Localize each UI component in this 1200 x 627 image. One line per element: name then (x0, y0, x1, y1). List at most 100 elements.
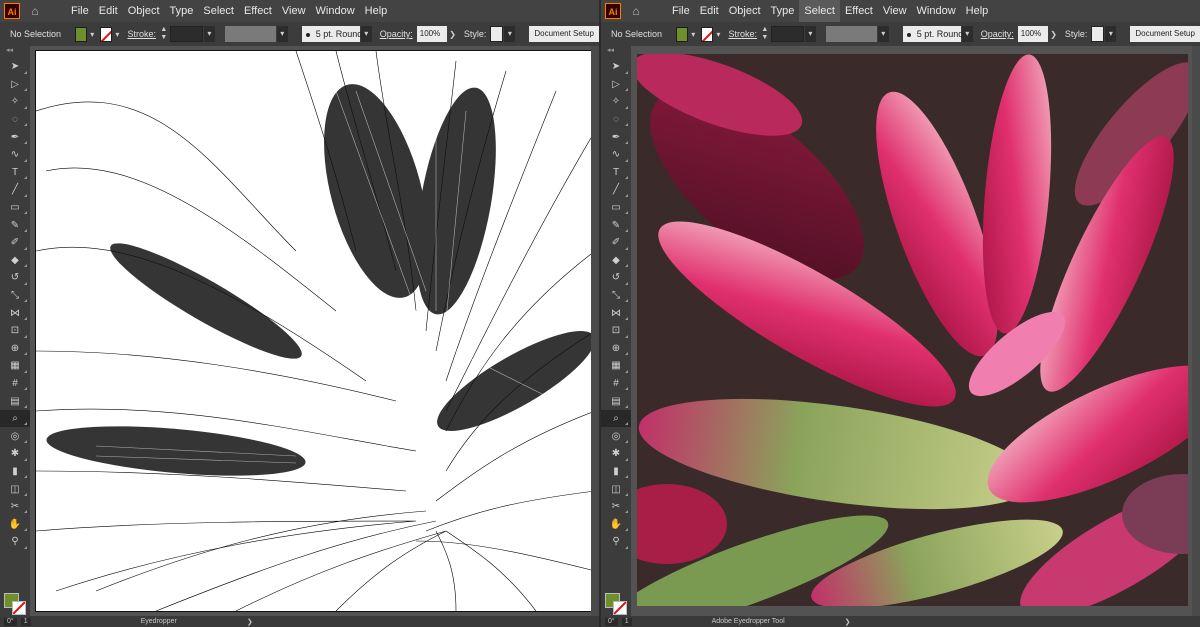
width-icon[interactable]: ⋈ (601, 304, 631, 322)
stroke-swatch[interactable] (701, 26, 714, 42)
stroke-indicator[interactable] (12, 601, 26, 615)
menu-window[interactable]: Window (311, 0, 360, 22)
stroke-weight-dropdown-icon[interactable]: ▾ (203, 26, 215, 42)
zoom-icon[interactable]: ⚲ (601, 533, 631, 551)
rectangle-icon[interactable]: ▭ (0, 199, 30, 217)
brush-dropdown-icon[interactable]: ▾ (961, 26, 973, 42)
opacity-arrow-icon[interactable]: ❯ (449, 30, 456, 39)
selection-tool-icon[interactable]: ➤ (0, 58, 30, 76)
rotation-field[interactable]: 0° (4, 617, 17, 626)
rectangle-icon[interactable]: ▭ (601, 199, 631, 217)
shaper-icon[interactable]: ✐ (601, 234, 631, 252)
selection-tool-icon[interactable]: ➤ (601, 58, 631, 76)
rotate-icon[interactable]: ↺ (601, 269, 631, 287)
stroke-label[interactable]: Stroke: (127, 29, 156, 39)
fill-dropdown-icon[interactable]: ▾ (691, 30, 695, 39)
variable-width-profile[interactable] (825, 26, 877, 42)
artboard-color-painting[interactable] (637, 54, 1188, 606)
type-icon[interactable]: T (601, 164, 631, 182)
free-transform-icon[interactable]: ⊡ (601, 322, 631, 340)
scale-icon[interactable]: ⤡ (0, 287, 30, 305)
slice-icon[interactable]: ✂ (0, 498, 30, 516)
column-graph-icon[interactable]: ▮ (601, 463, 631, 481)
menu-effect[interactable]: Effect (840, 0, 878, 22)
stroke-spinner-icon[interactable]: ▲ ▼ (761, 26, 769, 42)
pen-icon[interactable]: ✒ (601, 128, 631, 146)
artboard-icon[interactable]: ◫ (0, 480, 30, 498)
style-dropdown-icon[interactable]: ▾ (504, 26, 516, 42)
panel-collapse-icon[interactable]: ◂◂ (0, 46, 30, 58)
line-segment-icon[interactable]: ╱ (601, 181, 631, 199)
stroke-weight-field[interactable] (770, 26, 804, 42)
panel-collapse-icon[interactable]: ◂◂ (601, 46, 631, 58)
status-arrow-icon[interactable]: ❯ (247, 618, 253, 626)
menu-view[interactable]: View (277, 0, 311, 22)
magic-wand-icon[interactable]: ✧ (0, 93, 30, 111)
gradient-icon[interactable]: ▤ (601, 392, 631, 410)
opacity-field[interactable]: 100% (416, 26, 448, 42)
mesh-icon[interactable]: # (601, 375, 631, 393)
shape-builder-icon[interactable]: ⊕ (0, 340, 30, 358)
opacity-label[interactable]: Opacity: (380, 29, 413, 39)
brush-dropdown-icon[interactable]: ▾ (360, 26, 372, 42)
zoom-icon[interactable]: ⚲ (0, 533, 30, 551)
opacity-arrow-icon[interactable]: ❯ (1050, 30, 1057, 39)
eyedropper-icon[interactable]: ⌕ (0, 409, 30, 428)
slice-icon[interactable]: ✂ (601, 498, 631, 516)
paintbrush-icon[interactable]: ✎ (601, 216, 631, 234)
line-segment-icon[interactable]: ╱ (0, 181, 30, 199)
graphic-style-swatch[interactable] (1091, 26, 1105, 42)
lasso-icon[interactable]: ◌ (0, 111, 30, 129)
artboard-line-art[interactable] (35, 50, 596, 612)
menu-help[interactable]: Help (360, 0, 393, 22)
menu-select[interactable]: Select (799, 0, 840, 22)
artboard-icon[interactable]: ◫ (601, 480, 631, 498)
lasso-icon[interactable]: ◌ (601, 111, 631, 129)
free-transform-icon[interactable]: ⊡ (0, 322, 30, 340)
artboard-number[interactable]: 1 (621, 617, 632, 626)
blend-icon[interactable]: ◎ (601, 427, 631, 445)
eraser-icon[interactable]: ◆ (601, 252, 631, 270)
document-canvas[interactable] (631, 46, 1200, 616)
fill-swatch[interactable] (676, 26, 689, 42)
document-setup-button[interactable]: Document Setup (529, 26, 599, 42)
opacity-label[interactable]: Opacity: (981, 29, 1014, 39)
eyedropper-icon[interactable]: ⌕ (601, 409, 631, 428)
vertical-scrollbar[interactable] (1192, 46, 1200, 616)
home-icon[interactable]: ⌂ (28, 4, 42, 18)
menu-file[interactable]: File (667, 0, 695, 22)
shaper-icon[interactable]: ✐ (0, 234, 30, 252)
direct-selection-tool-icon[interactable]: ▷ (601, 76, 631, 94)
profile-dropdown-icon[interactable]: ▾ (276, 26, 288, 42)
menu-help[interactable]: Help (961, 0, 994, 22)
shape-builder-icon[interactable]: ⊕ (601, 340, 631, 358)
stroke-indicator[interactable] (613, 601, 627, 615)
brush-definition[interactable]: 5 pt. Round (902, 26, 963, 42)
column-graph-icon[interactable]: ▮ (0, 463, 30, 481)
fill-stroke-indicator[interactable] (605, 593, 627, 615)
opacity-field[interactable]: 100% (1017, 26, 1049, 42)
mesh-icon[interactable]: # (0, 375, 30, 393)
style-dropdown-icon[interactable]: ▾ (1105, 26, 1117, 42)
magic-wand-icon[interactable]: ✧ (601, 93, 631, 111)
graphic-style-swatch[interactable] (490, 26, 504, 42)
gradient-icon[interactable]: ▤ (0, 392, 30, 410)
menu-object[interactable]: Object (123, 0, 165, 22)
stroke-dropdown-icon[interactable]: ▾ (716, 30, 720, 39)
stroke-spinner-icon[interactable]: ▲ ▼ (160, 26, 168, 42)
vertical-scrollbar[interactable] (591, 46, 599, 616)
menu-window[interactable]: Window (912, 0, 961, 22)
document-canvas[interactable] (30, 46, 599, 616)
curvature-icon[interactable]: ∿ (0, 146, 30, 164)
document-setup-button[interactable]: Document Setup (1130, 26, 1200, 42)
menu-edit[interactable]: Edit (94, 0, 123, 22)
fill-dropdown-icon[interactable]: ▾ (90, 30, 94, 39)
menu-select[interactable]: Select (198, 0, 239, 22)
rotate-icon[interactable]: ↺ (0, 269, 30, 287)
hand-icon[interactable]: ✋ (0, 515, 30, 533)
brush-definition[interactable]: 5 pt. Round (301, 26, 362, 42)
fill-swatch[interactable] (75, 26, 88, 42)
home-icon[interactable]: ⌂ (629, 4, 643, 18)
perspective-grid-icon[interactable]: ▦ (0, 357, 30, 375)
menu-type[interactable]: Type (165, 0, 199, 22)
